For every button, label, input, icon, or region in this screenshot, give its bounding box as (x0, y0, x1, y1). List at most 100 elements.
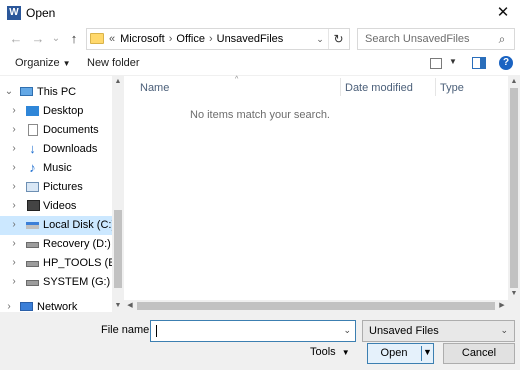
open-button[interactable]: Open ▼ (367, 343, 434, 364)
chevron-right-icon[interactable]: › (9, 200, 19, 211)
chevron-right-icon[interactable]: › (9, 105, 19, 116)
search-placeholder: Search UnsavedFiles (365, 33, 470, 45)
tree-item-recovery-d[interactable]: › Recovery (D:) (0, 235, 112, 254)
breadcrumb-item[interactable]: Office (176, 33, 205, 45)
address-dropdown-icon[interactable]: ⌄ (313, 29, 327, 49)
tools-label: Tools (310, 346, 336, 358)
organize-button[interactable]: Organize ▼ (15, 57, 71, 69)
tree-item-system-g[interactable]: › SYSTEM (G:) (0, 273, 112, 292)
scroll-down-icon[interactable]: ▼ (112, 300, 124, 312)
tree-item-label: Music (43, 162, 72, 174)
chevron-right-icon[interactable]: › (9, 219, 19, 230)
change-view-icon[interactable] (430, 58, 442, 69)
navigation-pane-scrollbar[interactable]: ▲ ▼ (112, 76, 124, 312)
breadcrumb: «Microsoft › Office › UnsavedFiles (109, 33, 283, 45)
search-input[interactable]: Search UnsavedFiles ⌕ (357, 28, 515, 50)
chevron-down-icon: ⌄ (500, 325, 508, 335)
scroll-right-icon[interactable]: ▶ (496, 300, 508, 312)
search-icon: ⌕ (498, 32, 506, 46)
word-app-icon: W (7, 6, 21, 20)
command-toolbar: Organize ▼ New folder ▼ ? (0, 52, 520, 76)
tree-item-hp-tools-e[interactable]: › HP_TOOLS (E:) (0, 254, 122, 273)
chevron-down-icon: ▼ (62, 59, 71, 68)
chevron-right-icon[interactable]: › (9, 181, 19, 192)
chevron-right-icon[interactable]: › (9, 238, 19, 249)
column-header-name[interactable]: Name (140, 82, 169, 94)
forward-button[interactable]: → (29, 30, 47, 48)
tree-item-videos[interactable]: › Videos (0, 197, 112, 216)
back-button[interactable]: ← (7, 30, 25, 48)
scrollbar-thumb[interactable] (510, 88, 518, 288)
file-name-input[interactable]: ⌄ (150, 320, 356, 342)
help-icon[interactable]: ? (499, 56, 513, 70)
tree-item-label: Downloads (43, 143, 98, 155)
tree-item-music[interactable]: › ♪ Music (0, 159, 112, 178)
network-icon (20, 302, 33, 311)
tree-item-this-pc[interactable]: ⌄ This PC (0, 83, 112, 102)
scrollbar-thumb[interactable] (137, 302, 495, 310)
scroll-left-icon[interactable]: ◀ (124, 300, 136, 312)
chevron-right-icon[interactable]: › (9, 143, 19, 154)
scroll-down-icon[interactable]: ▼ (508, 288, 520, 300)
scroll-up-icon[interactable]: ▲ (112, 76, 124, 88)
tree-item-documents[interactable]: › Documents (0, 121, 112, 140)
chevron-right-icon[interactable]: › (9, 276, 19, 287)
text-caret (156, 325, 157, 337)
file-list-horizontal-scrollbar[interactable]: ◀ ▶ (124, 300, 508, 312)
chevron-right-icon[interactable]: › (9, 162, 19, 173)
column-header-date-modified[interactable]: Date modified (345, 82, 413, 94)
chevron-right-icon[interactable]: › (9, 124, 19, 135)
tree-item-label: Recovery (D:) (43, 238, 111, 250)
open-button-label[interactable]: Open (368, 347, 420, 359)
split-divider (421, 346, 422, 361)
tree-item-desktop[interactable]: › Desktop (0, 102, 112, 121)
column-header-type[interactable]: Type (440, 82, 464, 94)
breadcrumb-separator[interactable]: › (209, 33, 213, 45)
address-bar[interactable]: «Microsoft › Office › UnsavedFiles ⌄ ↻ (86, 28, 350, 50)
chevron-right-icon[interactable]: › (9, 257, 19, 268)
column-headers: ^ Name Date modified Type (124, 76, 520, 98)
empty-results-message: No items match your search. (190, 109, 330, 121)
file-type-select[interactable]: Unsaved Files ⌄ (362, 320, 515, 342)
tree-item-label: Documents (43, 124, 99, 136)
close-button[interactable]: ✕ (492, 3, 514, 23)
chevron-down-icon[interactable]: ⌄ (343, 325, 351, 336)
view-options-dropdown[interactable]: ▼ (449, 57, 457, 66)
tree-item-downloads[interactable]: › ↓ Downloads (0, 140, 112, 159)
this-pc-icon (20, 87, 33, 96)
breadcrumb-separator[interactable]: › (169, 33, 173, 45)
column-divider[interactable] (435, 78, 436, 96)
chevron-down-icon[interactable]: ⌄ (4, 86, 14, 97)
file-type-value: Unsaved Files (369, 325, 439, 337)
title-bar: W Open ✕ (0, 0, 520, 26)
tree-item-pictures[interactable]: › Pictures (0, 178, 112, 197)
cancel-button[interactable]: Cancel (443, 343, 515, 364)
breadcrumb-item[interactable]: UnsavedFiles (217, 33, 284, 45)
scroll-up-icon[interactable]: ▲ (508, 76, 520, 88)
drive-icon (26, 261, 39, 267)
column-divider[interactable] (340, 78, 341, 96)
breadcrumb-overflow[interactable]: « (109, 33, 115, 45)
pictures-icon (26, 182, 39, 192)
refresh-button[interactable]: ↻ (328, 29, 348, 49)
music-icon: ♪ (29, 160, 36, 175)
recent-locations-button[interactable]: ⌄ (50, 30, 62, 48)
file-list-vertical-scrollbar[interactable]: ▲ ▼ (508, 76, 520, 300)
file-name-label: File name: (101, 324, 153, 336)
tree-item-label: Desktop (43, 105, 84, 117)
preview-pane-icon[interactable] (472, 57, 486, 69)
tree-item-label: Pictures (43, 181, 83, 193)
drive-icon (26, 242, 39, 248)
sort-indicator-icon: ^ (235, 76, 239, 83)
open-options-dropdown[interactable]: ▼ (423, 347, 432, 357)
up-button[interactable]: ↑ (65, 30, 83, 48)
documents-icon (28, 124, 38, 136)
dialog-footer: File name: ⌄ Unsaved Files ⌄ Tools ▼ Open… (0, 312, 520, 370)
breadcrumb-item[interactable]: Microsoft (120, 33, 165, 45)
new-folder-button[interactable]: New folder (87, 57, 140, 69)
tree-item-local-disk-c[interactable]: › Local Disk (C:) (0, 216, 115, 235)
scrollbar-thumb[interactable] (114, 210, 122, 288)
tools-button[interactable]: Tools ▼ (310, 346, 350, 358)
chevron-right-icon[interactable]: › (4, 301, 14, 312)
tree-item-label: HP_TOOLS (E:) (43, 257, 123, 269)
